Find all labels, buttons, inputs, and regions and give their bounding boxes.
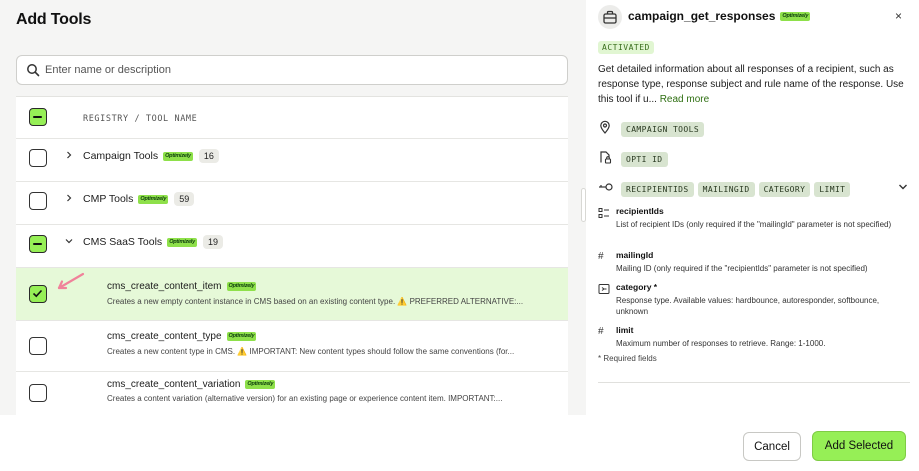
optimizely-badge: Optimizely	[780, 12, 811, 22]
group-row-cms-saas-tools[interactable]: CMS SaaS Tools Optimizely 19	[16, 225, 568, 268]
group-row-campaign-tools[interactable]: Campaign Tools Optimizely 16	[16, 139, 568, 182]
chevron-down-icon[interactable]	[898, 182, 908, 192]
key-icon	[599, 183, 613, 191]
column-header: REGISTRY / TOOL NAME	[83, 114, 198, 124]
group-count: 59	[174, 192, 195, 206]
param-description: Response type. Available values: hardbou…	[616, 296, 880, 316]
tool-list-panel: Add Tools REGISTRY / TOOL NAME Campaign …	[0, 0, 586, 415]
status-badge: ACTIVATED	[598, 41, 654, 54]
group-count: 16	[198, 149, 219, 163]
param-description: List of recipient IDs (only required if …	[616, 220, 892, 229]
read-more-link[interactable]: Read more	[660, 94, 709, 105]
param-name: recipientIds	[616, 206, 664, 216]
group-checkbox[interactable]	[29, 149, 47, 167]
check-icon	[32, 289, 43, 298]
group-label: Campaign Tools	[83, 149, 159, 162]
lock-file-icon	[600, 151, 612, 164]
tool-list: REGISTRY / TOOL NAME Campaign Tools Optim…	[16, 96, 568, 415]
param-name: category *	[616, 282, 658, 292]
optimizely-badge: Optimizely	[245, 379, 276, 389]
enum-icon	[598, 284, 610, 294]
tool-detail-panel: campaign_get_responses Optimizely × ACTIV…	[586, 0, 919, 415]
hash-icon: #	[598, 251, 604, 262]
pointer-arrow-icon	[57, 272, 85, 290]
optimizely-badge: Optimizely	[167, 237, 197, 247]
toolbox-icon	[598, 5, 622, 29]
group-label: CMS SaaS Tools	[83, 235, 163, 248]
param-description: Mailing ID (only required if the "recipi…	[616, 264, 868, 273]
detail-title: campaign_get_responses	[628, 9, 776, 23]
tool-description: Creates a content variation (alternative…	[107, 394, 503, 403]
hash-icon: #	[598, 326, 604, 337]
param-chip: MAILINGID	[697, 182, 755, 197]
tool-checkbox[interactable]	[29, 285, 47, 303]
tool-row[interactable]: cms_create_content_item Optimizely Create…	[16, 268, 568, 321]
category-chip: CAMPAIGN TOOLS	[621, 122, 705, 137]
param-name: mailingId	[616, 250, 654, 260]
optimizely-badge: Optimizely	[138, 194, 169, 204]
chevron-right-icon[interactable]	[65, 151, 73, 159]
group-count: 19	[203, 235, 224, 249]
param-description: Maximum number of responses to retrieve.…	[616, 339, 826, 348]
tool-checkbox[interactable]	[29, 337, 47, 355]
close-icon[interactable]: ×	[895, 9, 902, 23]
tool-name: cms_create_content_variation	[107, 379, 241, 390]
location-pin-icon	[600, 120, 610, 134]
tool-checkbox[interactable]	[29, 384, 47, 402]
chevron-right-icon[interactable]	[65, 194, 73, 202]
page-title: Add Tools	[16, 11, 92, 28]
search-box[interactable]	[16, 55, 568, 85]
required-fields-note: * Required fields	[598, 354, 657, 363]
optimizely-badge: Optimizely	[163, 151, 193, 161]
param-chip: CATEGORY	[758, 182, 811, 197]
tool-detail-description: Get detailed information about all respo…	[598, 64, 904, 105]
list-icon	[598, 208, 609, 218]
param-name: limit	[616, 325, 634, 335]
tool-row[interactable]: cms_create_content_type Optimizely Create…	[16, 321, 568, 372]
param-chip: LIMIT	[814, 182, 851, 197]
group-label: CMP Tools	[83, 192, 134, 205]
optimizely-badge: Optimizely	[226, 281, 257, 291]
tool-row[interactable]: cms_create_content_variation Optimizely C…	[16, 372, 568, 415]
search-input[interactable]	[45, 56, 555, 84]
search-icon	[27, 64, 40, 77]
group-checkbox[interactable]	[29, 192, 47, 210]
list-header: REGISTRY / TOOL NAME	[16, 97, 568, 139]
select-all-checkbox[interactable]	[29, 108, 47, 126]
optimizely-badge: Optimizely	[226, 331, 257, 341]
chevron-down-icon[interactable]	[65, 237, 73, 245]
group-checkbox[interactable]	[29, 235, 47, 253]
group-row-cmp-tools[interactable]: CMP Tools Optimizely 59	[16, 182, 568, 225]
auth-chip: OPTI ID	[621, 152, 668, 167]
tool-description: Creates a new content type in CMS. ⚠️ IM…	[107, 347, 515, 356]
add-selected-button[interactable]: Add Selected	[812, 431, 906, 461]
cancel-button[interactable]: Cancel	[743, 432, 801, 461]
param-chip: RECIPIENTIDS	[621, 182, 694, 197]
divider	[598, 382, 910, 383]
tool-description: Creates a new empty content instance in …	[107, 297, 524, 306]
tool-name: cms_create_content_item	[107, 281, 222, 292]
tool-name: cms_create_content_type	[107, 331, 222, 342]
